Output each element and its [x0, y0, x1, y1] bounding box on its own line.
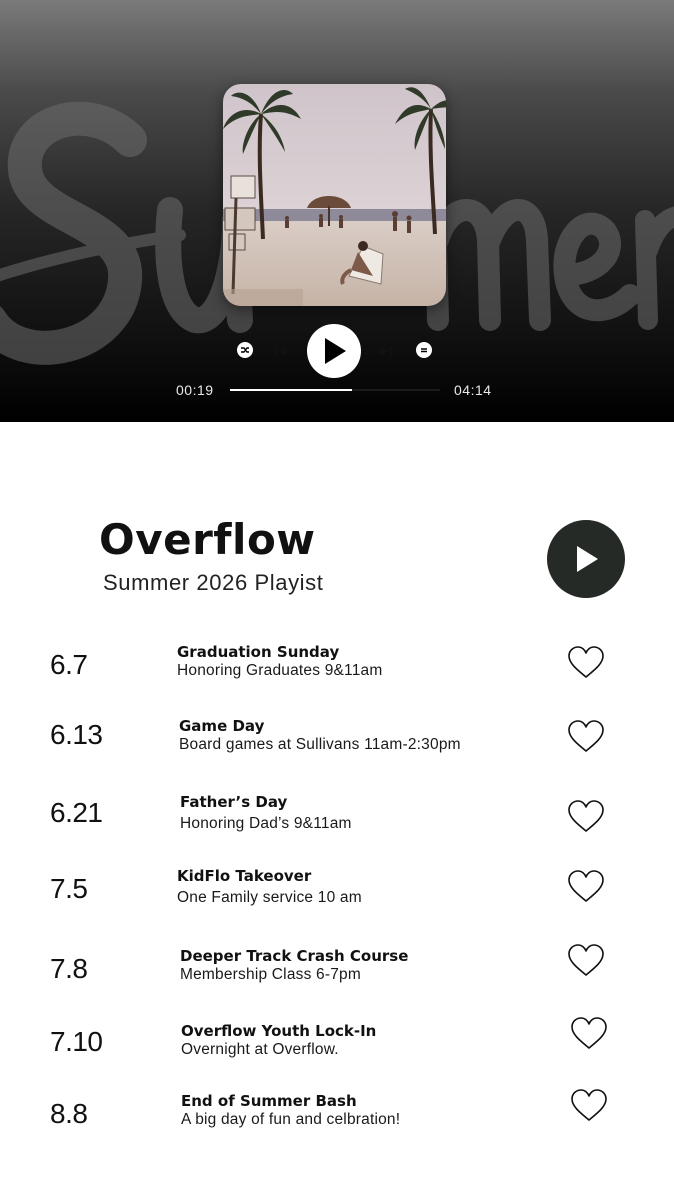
- track-description: Overnight at Overflow.: [181, 1041, 339, 1058]
- track-date: 6.13: [50, 719, 103, 750]
- track-description: One Family service 10 am: [177, 889, 362, 906]
- next-icon[interactable]: [378, 343, 394, 359]
- heart-icon[interactable]: [567, 869, 605, 905]
- track-row[interactable]: 6.13 Game Day Board games at Sullivans 11a…: [0, 717, 674, 777]
- previous-icon[interactable]: [273, 343, 289, 359]
- heart-icon[interactable]: [570, 1016, 608, 1052]
- track-title: KidFlo Takeover: [177, 867, 312, 885]
- track-date: 6.21: [50, 797, 103, 828]
- repeat-icon[interactable]: [416, 342, 432, 358]
- track-title: Overflow Youth Lock-In: [181, 1022, 377, 1040]
- track-description: Board games at Sullivans 11am-2:30pm: [179, 736, 461, 753]
- shuffle-icon[interactable]: [237, 342, 253, 358]
- album-art-image: [223, 84, 446, 306]
- track-row[interactable]: 6.21 Father’s Day Honoring Dad’s 9&11am: [0, 793, 674, 853]
- track-date: 7.5: [50, 873, 88, 904]
- heart-icon[interactable]: [567, 719, 605, 755]
- play-icon: [577, 546, 598, 572]
- heart-icon[interactable]: [570, 1088, 608, 1124]
- track-title: End of Summer Bash: [181, 1092, 357, 1110]
- heart-icon[interactable]: [567, 799, 605, 835]
- track-description: A big day of fun and celbration!: [181, 1111, 401, 1128]
- track-title: Game Day: [179, 717, 265, 735]
- now-playing-header: 00:19 04:14: [0, 0, 674, 422]
- track-row[interactable]: 8.8 End of Summer Bash A big day of fun an…: [0, 1089, 674, 1152]
- playlist-title: Overflow: [99, 515, 316, 564]
- track-row[interactable]: 6.7 Graduation Sunday Honoring Graduates 9…: [0, 643, 674, 703]
- total-time: 04:14: [454, 382, 492, 398]
- track-date: 7.8: [50, 953, 88, 984]
- track-row[interactable]: 7.5 KidFlo Takeover One Family service 10 …: [0, 867, 674, 927]
- progress-fill: [230, 389, 352, 391]
- playlist-subtitle: Summer 2026 Playist: [103, 570, 324, 595]
- track-description: Honoring Dad’s 9&11am: [180, 815, 352, 832]
- elapsed-time: 00:19: [176, 382, 214, 398]
- heart-icon[interactable]: [567, 645, 605, 681]
- track-description: Membership Class 6-7pm: [180, 966, 361, 983]
- play-icon[interactable]: [307, 324, 361, 378]
- track-date: 8.8: [50, 1098, 88, 1129]
- track-row[interactable]: 7.10 Overflow Youth Lock-In Overnight at O…: [0, 1017, 674, 1082]
- track-date: 6.7: [50, 649, 88, 680]
- track-description: Honoring Graduates 9&11am: [177, 662, 383, 679]
- track-title: Deeper Track Crash Course: [180, 947, 409, 965]
- track-title: Graduation Sunday: [177, 643, 340, 661]
- track-date: 7.10: [50, 1026, 103, 1057]
- heart-icon[interactable]: [567, 943, 605, 979]
- play-playlist-button[interactable]: [547, 520, 625, 598]
- track-title: Father’s Day: [180, 793, 288, 811]
- progress-bar[interactable]: [230, 389, 440, 391]
- track-row[interactable]: 7.8 Deeper Track Crash Course Membership C…: [0, 944, 674, 1007]
- playback-controls: [0, 324, 674, 378]
